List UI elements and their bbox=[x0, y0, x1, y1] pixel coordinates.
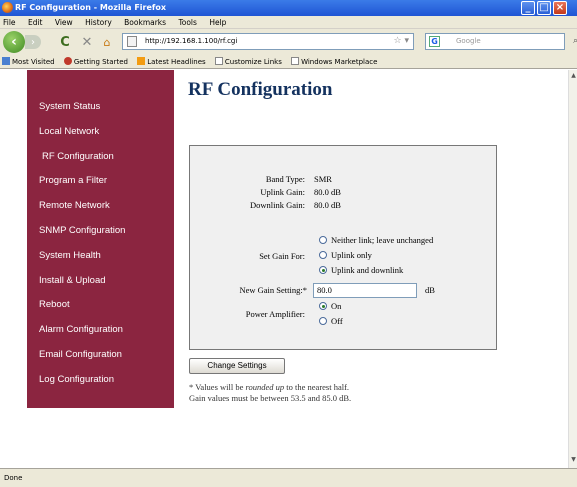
search-placeholder: Google bbox=[456, 37, 481, 45]
note-rounding: * Values will be rounded up to the neare… bbox=[189, 382, 350, 392]
window-title-bar: RF Configuration - Mozilla Firefox _ □ × bbox=[0, 0, 577, 16]
change-settings-button[interactable]: Change Settings bbox=[189, 358, 285, 374]
sidebar-item-log-configuration[interactable]: Log Configuration bbox=[27, 373, 174, 398]
new-gain-label: New Gain Setting:* bbox=[239, 285, 307, 295]
navigation-toolbar: ‹ › C ✕ ⌂ http://192.168.1.100/rf.cgi ☆ … bbox=[0, 29, 577, 55]
window-title: RF Configuration - Mozilla Firefox bbox=[15, 3, 167, 12]
bookmarks-toolbar: Most Visited Getting Started Latest Head… bbox=[0, 55, 577, 69]
bookmark-windows-marketplace[interactable]: Windows Marketplace bbox=[291, 55, 377, 69]
sidebar-item-reboot[interactable]: Reboot bbox=[27, 298, 174, 323]
sidebar-item-remote-network[interactable]: Remote Network bbox=[27, 199, 174, 224]
bookmark-latest-headlines[interactable]: Latest Headlines bbox=[137, 55, 206, 69]
note-gain-range: Gain values must be between 53.5 and 85.… bbox=[189, 393, 352, 403]
firefox-icon bbox=[2, 2, 13, 13]
rf-settings-panel: Band Type: SMR Uplink Gain: 80.0 dB Down… bbox=[189, 145, 497, 350]
set-gain-label: Set Gain For: bbox=[259, 251, 305, 261]
radio-power-on[interactable]: On bbox=[319, 301, 341, 312]
new-gain-input[interactable]: 80.0 bbox=[313, 283, 417, 298]
sidebar-item-system-health[interactable]: System Health bbox=[27, 249, 174, 274]
radio-button-icon[interactable] bbox=[319, 251, 327, 259]
power-amplifier-label: Power Amplifier: bbox=[245, 309, 305, 319]
menu-bar: File Edit View History Bookmarks Tools H… bbox=[0, 16, 577, 29]
search-icon[interactable]: ⌕ bbox=[573, 34, 577, 49]
radio-button-icon[interactable] bbox=[319, 236, 327, 244]
sidebar: System Status Local Network RF Configura… bbox=[27, 70, 174, 408]
sidebar-item-alarm-configuration[interactable]: Alarm Configuration bbox=[27, 323, 174, 348]
reload-icon[interactable]: C bbox=[58, 35, 72, 50]
sidebar-item-snmp-configuration[interactable]: SNMP Configuration bbox=[27, 224, 174, 249]
band-type-label: Band Type: bbox=[265, 174, 305, 184]
maximize-icon[interactable]: □ bbox=[537, 1, 551, 15]
bookmark-folder-icon bbox=[2, 57, 10, 65]
sidebar-item-rf-configuration[interactable]: RF Configuration bbox=[27, 150, 174, 175]
scroll-down-icon[interactable]: ▼ bbox=[570, 456, 577, 464]
menu-view[interactable]: View bbox=[55, 16, 73, 29]
search-input[interactable]: G Google ⌕ bbox=[425, 33, 577, 50]
page-icon bbox=[214, 57, 223, 65]
new-gain-unit: dB bbox=[425, 285, 435, 295]
status-text: Done bbox=[4, 474, 23, 482]
uplink-gain-label: Uplink Gain: bbox=[260, 187, 305, 197]
close-icon[interactable]: × bbox=[553, 1, 567, 15]
firefox-icon bbox=[63, 57, 72, 65]
minimize-icon[interactable]: _ bbox=[521, 1, 535, 15]
status-bar: Done bbox=[0, 468, 577, 487]
downlink-gain-label: Downlink Gain: bbox=[249, 200, 305, 210]
downlink-gain-value: 80.0 dB bbox=[314, 200, 341, 210]
home-icon[interactable]: ⌂ bbox=[100, 35, 114, 49]
radio-neither-link[interactable]: Neither link; leave unchanged bbox=[319, 235, 433, 246]
back-arrow-icon[interactable]: ‹ bbox=[3, 31, 25, 53]
sidebar-item-email-configuration[interactable]: Email Configuration bbox=[27, 348, 174, 373]
rss-icon bbox=[137, 57, 146, 65]
radio-uplink-and-downlink[interactable]: Uplink and downlink bbox=[319, 265, 403, 276]
uplink-gain-value: 80.0 dB bbox=[314, 187, 341, 197]
radio-power-off[interactable]: Off bbox=[319, 316, 343, 327]
address-url: http://192.168.1.100/rf.cgi bbox=[145, 37, 238, 45]
radio-uplink-only[interactable]: Uplink only bbox=[319, 250, 372, 261]
menu-history[interactable]: History bbox=[85, 16, 112, 29]
sidebar-item-local-network[interactable]: Local Network bbox=[27, 125, 174, 150]
forward-arrow-icon[interactable]: › bbox=[25, 35, 41, 49]
sidebar-item-system-status[interactable]: System Status bbox=[27, 100, 174, 125]
sidebar-item-install-upload[interactable]: Install & Upload bbox=[27, 274, 174, 299]
menu-file[interactable]: File bbox=[3, 16, 16, 29]
bookmark-star-icon[interactable]: ☆ ▾ bbox=[394, 34, 409, 49]
bookmark-customize-links[interactable]: Customize Links bbox=[214, 55, 282, 69]
stop-icon[interactable]: ✕ bbox=[80, 35, 94, 50]
page-title: RF Configuration bbox=[188, 79, 333, 100]
menu-bookmarks[interactable]: Bookmarks bbox=[124, 16, 166, 29]
radio-button-icon[interactable] bbox=[319, 302, 327, 310]
bookmark-most-visited[interactable]: Most Visited bbox=[2, 55, 55, 69]
menu-help[interactable]: Help bbox=[209, 16, 226, 29]
page-icon bbox=[291, 57, 300, 65]
address-bar[interactable]: http://192.168.1.100/rf.cgi ☆ ▾ bbox=[122, 33, 414, 50]
radio-button-icon[interactable] bbox=[319, 317, 327, 325]
bookmark-getting-started[interactable]: Getting Started bbox=[63, 55, 128, 69]
notes: * Values will be rounded up to the neare… bbox=[189, 382, 351, 404]
sidebar-item-program-a-filter[interactable]: Program a Filter bbox=[27, 174, 174, 199]
google-icon[interactable]: G bbox=[429, 36, 440, 47]
band-type-value: SMR bbox=[314, 174, 332, 184]
scroll-up-icon[interactable]: ▲ bbox=[570, 72, 577, 80]
radio-button-icon[interactable] bbox=[319, 266, 327, 274]
page-icon bbox=[127, 36, 137, 47]
vertical-scrollbar[interactable]: ▲ ▼ bbox=[568, 70, 577, 468]
menu-tools[interactable]: Tools bbox=[178, 16, 196, 29]
page-content: System Status Local Network RF Configura… bbox=[0, 70, 568, 468]
menu-edit[interactable]: Edit bbox=[28, 16, 43, 29]
